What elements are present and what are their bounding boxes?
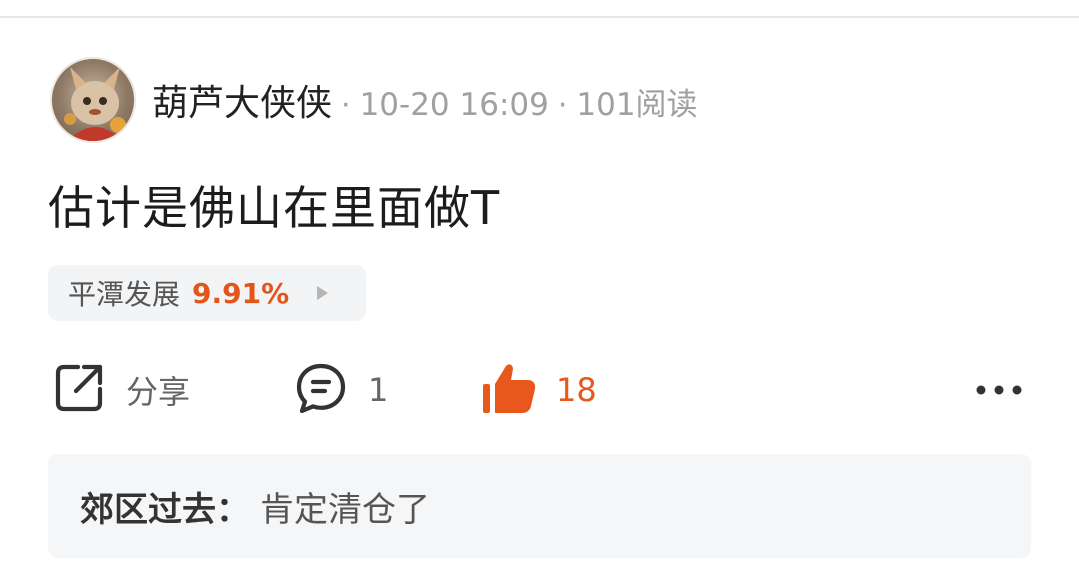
reply-colon: ： (216, 489, 250, 530)
post-time: 10-20 16:09 (359, 87, 549, 123)
stock-tag[interactable]: 平潭发展 9.91% (48, 265, 366, 321)
stock-name: 平潭发展 (68, 278, 181, 311)
top-divider (0, 16, 1079, 18)
more-icon (975, 381, 1023, 400)
like-button[interactable]: 18 (480, 360, 597, 420)
meta-separator: · (341, 88, 351, 123)
post-header: 葫芦大侠侠 · 10-20 16:09 · 101阅读 (50, 56, 698, 144)
meta-separator: · (557, 88, 568, 123)
thumbs-up-icon (480, 361, 538, 419)
like-count: 18 (556, 371, 597, 409)
author-name[interactable]: 葫芦大侠侠 (152, 74, 332, 126)
reply-preview[interactable]: 郊区过去 ： 肯定清仓了 (48, 454, 1031, 558)
post-content: 估计是佛山在里面做T (48, 181, 501, 235)
read-count: 101阅读 (576, 87, 698, 123)
stock-change: 9.91% (192, 276, 290, 310)
comment-count: 1 (368, 371, 389, 409)
comment-icon (294, 361, 348, 419)
more-button[interactable] (975, 360, 1023, 420)
post-meta: 葫芦大侠侠 · 10-20 16:09 · 101阅读 (152, 74, 698, 126)
reply-text: 肯定清仓了 (260, 489, 430, 530)
share-icon (52, 361, 106, 419)
share-button[interactable]: 分享 (52, 360, 190, 420)
share-label: 分享 (126, 373, 191, 411)
reply-author[interactable]: 郊区过去 (80, 482, 216, 531)
comment-button[interactable]: 1 (294, 360, 388, 420)
play-arrow-icon (317, 286, 329, 300)
avatar[interactable] (50, 57, 136, 143)
